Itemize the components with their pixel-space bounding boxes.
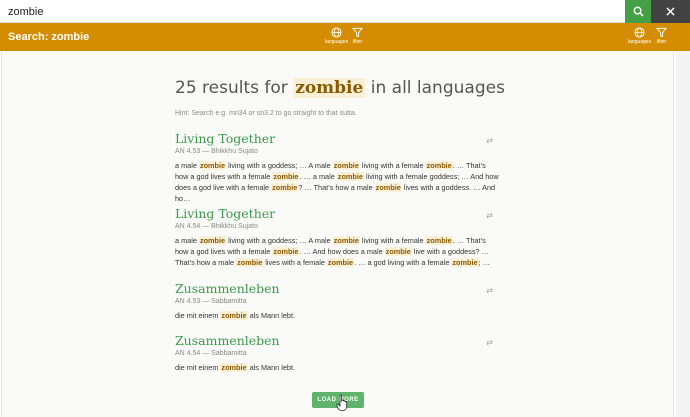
keyword-highlight: zombie xyxy=(271,183,299,192)
keyword-highlight: zombie xyxy=(198,236,227,245)
keyword-highlight: zombie xyxy=(332,236,360,245)
share-icon[interactable]: ⇄ xyxy=(486,136,493,145)
result-meta: AN 4.54 — Bhikkhu Sujato xyxy=(175,223,258,230)
filter-label: filter xyxy=(656,39,667,45)
keyword-highlight: zombie xyxy=(451,258,479,267)
globe-icon xyxy=(634,27,645,38)
search-input[interactable] xyxy=(0,0,625,23)
search-bar xyxy=(0,0,690,23)
results-count: 25 results for xyxy=(175,78,288,98)
result-meta: AN 4.53 — Bhikkhu Sujato xyxy=(175,148,258,155)
share-icon[interactable]: ⇄ xyxy=(486,286,493,295)
globe-icon xyxy=(331,27,342,38)
search-button[interactable] xyxy=(625,0,651,23)
toolbar: Search: zombie languages filter language… xyxy=(0,23,690,51)
filter-label: filter xyxy=(352,39,363,45)
filter-button-right[interactable]: filter xyxy=(656,27,667,45)
keyword-highlight: zombie xyxy=(425,236,453,245)
languages-label: languages xyxy=(325,39,349,45)
languages-label: languages xyxy=(628,39,652,45)
result-title-link[interactable]: Zusammenleben xyxy=(175,333,500,348)
share-icon[interactable]: ⇄ xyxy=(486,211,493,220)
hand-cursor-icon xyxy=(336,394,348,411)
result-snippet: a male zombie living with a goddess; … A… xyxy=(175,161,499,203)
keyword-highlight: zombie xyxy=(374,183,402,192)
close-search-button[interactable] xyxy=(651,0,690,23)
search-icon xyxy=(633,6,644,17)
result-item: Zusammenleben AN 4.53 — Sabbamitta die m… xyxy=(175,281,500,321)
result-item: Living Together AN 4.54 — Bhikkhu Sujato… xyxy=(175,206,500,268)
results-scope: in all languages xyxy=(370,78,505,98)
languages-button-center[interactable]: languages xyxy=(325,27,348,45)
filter-button-center[interactable]: filter xyxy=(352,27,363,45)
keyword-highlight: zombie xyxy=(384,247,412,256)
result-title-link[interactable]: Living Together xyxy=(175,206,500,221)
result-title-link[interactable]: Zusammenleben xyxy=(175,281,500,296)
languages-button-right[interactable]: languages xyxy=(628,27,651,45)
result-snippet: a male zombie living with a goddess; … A… xyxy=(175,236,490,267)
result-title-link[interactable]: Living Together xyxy=(175,131,500,146)
result-item: Living Together AN 4.53 — Bhikkhu Sujato… xyxy=(175,131,500,204)
keyword-highlight: zombie xyxy=(336,172,364,181)
keyword-highlight: zombie xyxy=(425,161,453,170)
keyword-highlight: zombie xyxy=(332,161,360,170)
page-title: Search: zombie xyxy=(8,31,90,43)
result-snippet: die mit einem zombie als Mann lebt. xyxy=(175,363,296,372)
filter-icon xyxy=(352,27,363,38)
result-snippet: die mit einem zombie als Mann lebt. xyxy=(175,311,296,320)
filter-icon xyxy=(656,27,667,38)
result-meta: AN 4.53 — Sabbamitta xyxy=(175,298,247,305)
keyword-highlight: zombie xyxy=(326,258,355,267)
result-meta: AN 4.54 — Sabbamitta xyxy=(175,350,247,357)
keyword-highlight: zombie xyxy=(272,247,300,256)
keyword-highlight: zombie xyxy=(220,363,248,372)
result-item: Zusammenleben AN 4.54 — Sabbamitta die m… xyxy=(175,333,500,373)
keyword-highlight: zombie xyxy=(236,258,264,267)
share-icon[interactable]: ⇄ xyxy=(486,338,493,347)
search-keyword: zombie xyxy=(293,78,366,98)
keyword-highlight: zombie xyxy=(198,161,227,170)
search-hint: Hint: Search e.g. mn34 or sn3.2 to go st… xyxy=(175,110,357,117)
keyword-highlight: zombie xyxy=(220,311,248,320)
keyword-highlight: zombie xyxy=(272,172,300,181)
results-heading: 25 results for zombie in all languages xyxy=(175,78,505,98)
scrollbar[interactable] xyxy=(676,51,690,417)
close-icon xyxy=(666,7,675,16)
